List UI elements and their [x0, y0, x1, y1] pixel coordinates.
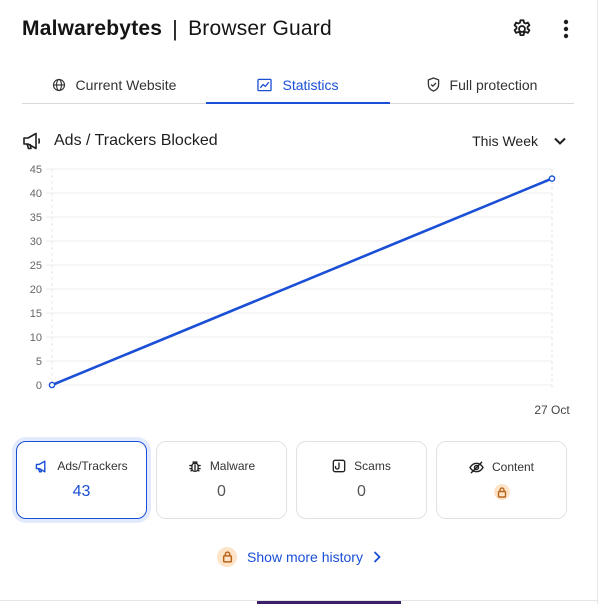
y-tick-label: 0	[36, 380, 42, 392]
y-tick-label: 5	[36, 356, 42, 368]
brand-logo-mark: M	[22, 17, 40, 40]
card-label: Content	[491, 460, 535, 474]
kebab-menu-icon	[563, 19, 569, 39]
section-title: Ads / Trackers Blocked	[54, 132, 218, 149]
y-tick-label: 45	[30, 164, 42, 176]
show-more-history-link[interactable]: Show more history	[0, 546, 598, 568]
card-value: 43	[72, 483, 91, 500]
browser-guard-popup: Malwarebytes | Browser Guard Current Web…	[0, 0, 598, 604]
data-point	[48, 381, 56, 389]
chevron-right-icon	[373, 551, 381, 563]
brand-name: alwarebytes	[39, 17, 163, 40]
card-label: Scams	[354, 459, 391, 473]
card-content[interactable]: Content	[436, 441, 567, 519]
chart-grid	[46, 168, 553, 391]
card-scams[interactable]: Scams 0	[296, 441, 427, 519]
section-header: Ads / Trackers Blocked This Week	[22, 128, 574, 154]
tab-statistics[interactable]: Statistics	[206, 66, 390, 104]
brand-logo: Malwarebytes | Browser Guard	[22, 16, 332, 42]
lock-icon	[222, 551, 232, 563]
tab-label: Full protection	[449, 76, 538, 93]
premium-lock-badge	[493, 484, 510, 500]
y-tick-label: 40	[30, 188, 42, 200]
bug-icon	[189, 461, 201, 472]
show-more-history-label: Show more history	[247, 549, 363, 565]
brand-separator: |	[172, 16, 179, 41]
y-tick-label: 15	[30, 308, 42, 320]
megaphone-icon	[36, 460, 46, 472]
eye-off-icon	[469, 460, 484, 474]
x-axis-ticks: 27 Oct	[534, 403, 570, 417]
chevron-down-icon	[554, 137, 566, 145]
stat-cards: Ads/Trackers 43 Malware 0 Scams 0 Conten…	[16, 441, 568, 519]
card-ads-trackers[interactable]: Ads/Trackers 43	[16, 441, 147, 519]
y-axis-ticks: 0 5 10 15 20 25 30 35 40 45	[30, 164, 42, 392]
product-name: Browser Guard	[188, 17, 332, 40]
y-tick-label: 25	[30, 260, 42, 272]
hook-icon	[332, 459, 346, 473]
y-tick-label: 30	[30, 236, 42, 248]
premium-lock-badge	[217, 547, 238, 567]
lock-icon	[497, 486, 506, 498]
series-line	[51, 177, 553, 387]
tab-current-website[interactable]: Current Website	[22, 66, 206, 103]
y-tick-label: 35	[30, 212, 42, 224]
card-label: Ads/Trackers	[57, 459, 128, 473]
tab-label: Statistics	[282, 76, 339, 93]
data-point	[548, 175, 556, 182]
megaphone-icon	[23, 132, 41, 150]
blocked-line-chart: 0 5 10 15 20 25 30 35 40 45 27 Oct	[30, 164, 571, 417]
time-range-value: This Week	[472, 133, 538, 149]
card-label: Malware	[209, 459, 256, 473]
shield-icon	[427, 77, 439, 92]
chart-series	[48, 175, 556, 389]
card-malware[interactable]: Malware 0	[156, 441, 287, 519]
settings-button[interactable]	[510, 17, 534, 41]
gear-icon	[513, 19, 531, 37]
header: Malwarebytes | Browser Guard	[22, 12, 578, 46]
globe-icon	[52, 78, 65, 91]
x-tick-label: 27 Oct	[534, 403, 570, 417]
tab-label: Current Website	[75, 76, 177, 93]
tab-bar: Current Website Statistics Full protecti…	[22, 66, 574, 104]
y-tick-label: 20	[30, 284, 42, 296]
more-options-button[interactable]	[554, 17, 578, 41]
tab-full-protection[interactable]: Full protection	[390, 66, 574, 103]
card-value: 0	[217, 483, 226, 500]
y-tick-label: 10	[30, 332, 42, 344]
card-value: 0	[357, 483, 366, 500]
chart-icon	[257, 78, 273, 91]
time-range-select[interactable]: This Week	[472, 133, 574, 149]
